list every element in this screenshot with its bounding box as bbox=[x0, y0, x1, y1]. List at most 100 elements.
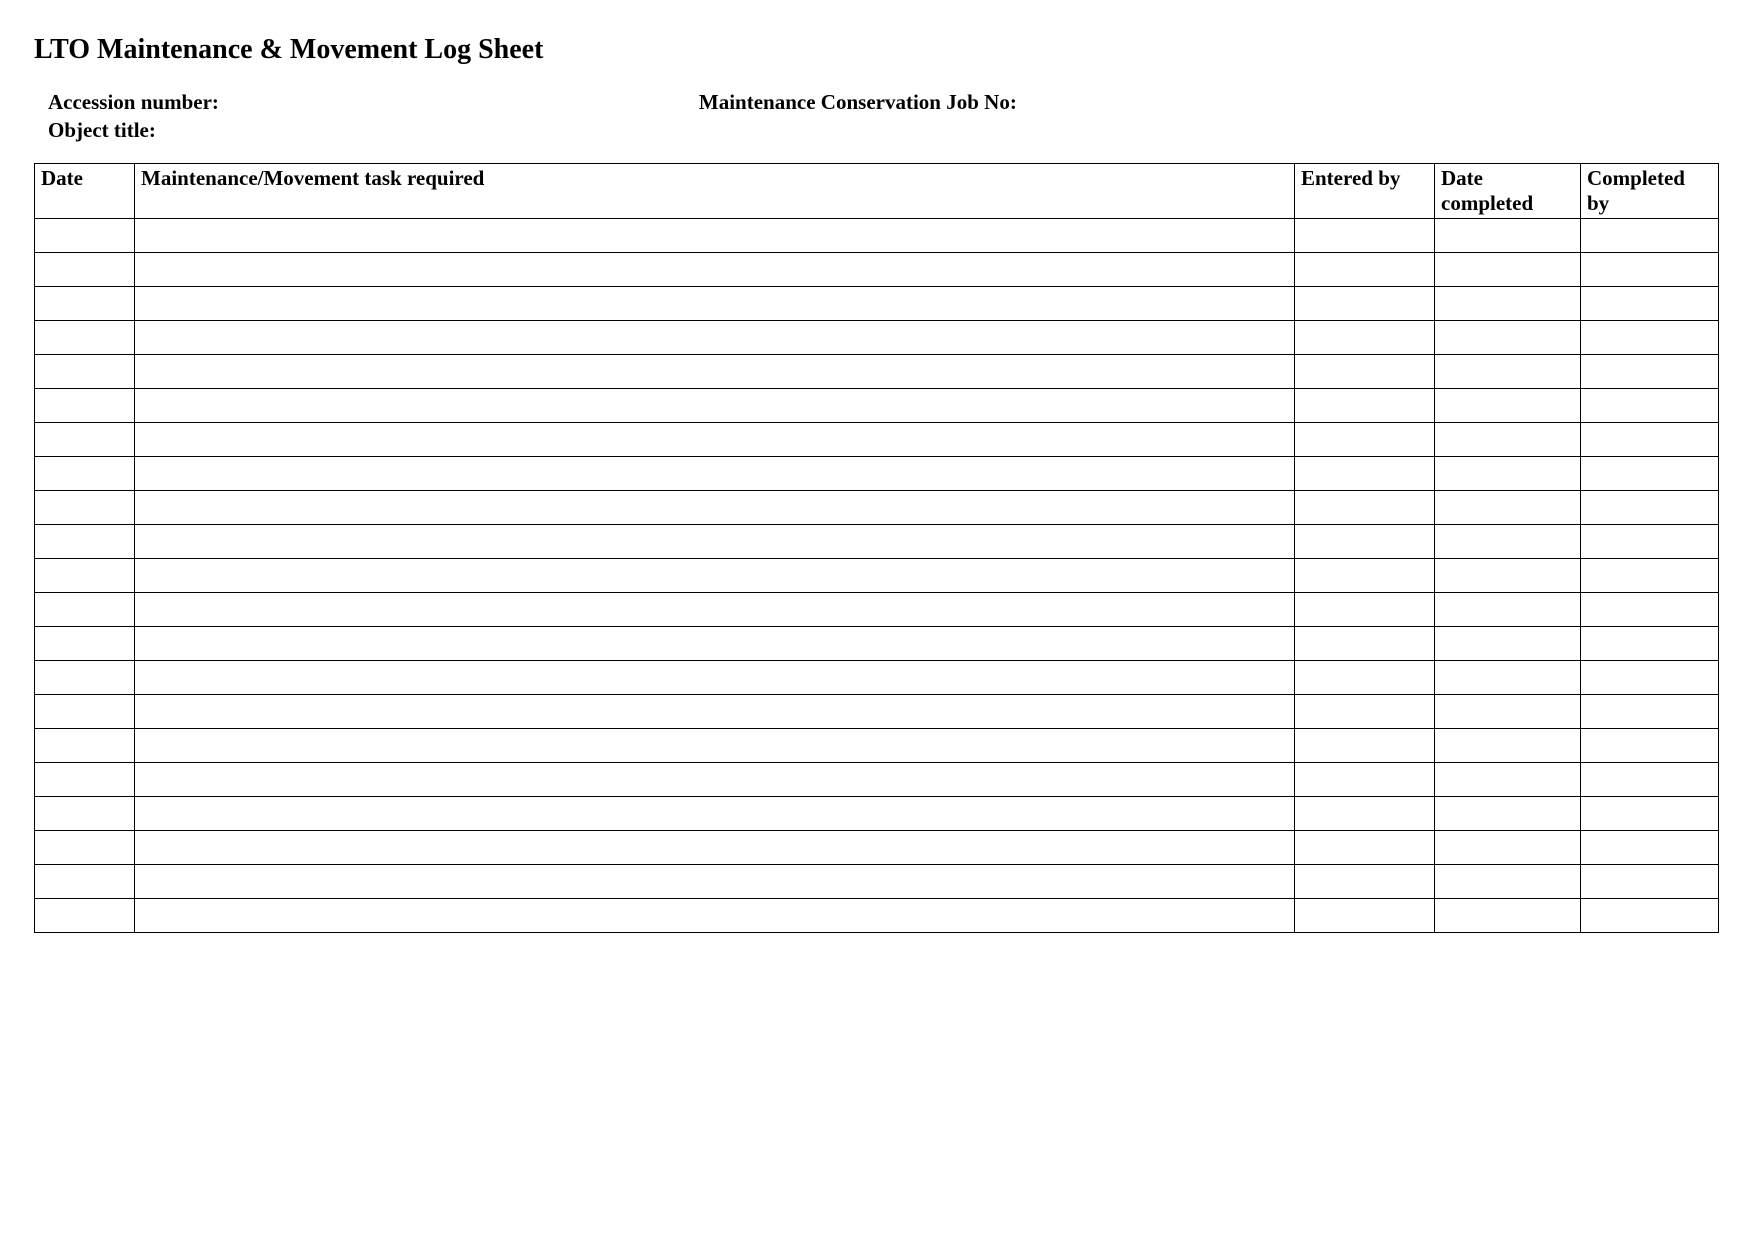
table-row bbox=[35, 593, 1719, 627]
meta-right: Maintenance Conservation Job No: bbox=[699, 88, 1017, 145]
cell-task bbox=[135, 899, 1295, 933]
cell-task bbox=[135, 321, 1295, 355]
cell-entered-by bbox=[1295, 253, 1435, 287]
cell-date bbox=[35, 423, 135, 457]
cell-date bbox=[35, 627, 135, 661]
cell-completed-by bbox=[1581, 491, 1719, 525]
cell-entered-by bbox=[1295, 865, 1435, 899]
cell-date bbox=[35, 355, 135, 389]
table-row bbox=[35, 355, 1719, 389]
table-row bbox=[35, 729, 1719, 763]
cell-completed-by bbox=[1581, 627, 1719, 661]
cell-date bbox=[35, 287, 135, 321]
log-table-body bbox=[35, 219, 1719, 933]
cell-task bbox=[135, 219, 1295, 253]
cell-date-completed bbox=[1435, 865, 1581, 899]
cell-task bbox=[135, 525, 1295, 559]
cell-date bbox=[35, 491, 135, 525]
table-row bbox=[35, 763, 1719, 797]
cell-date bbox=[35, 389, 135, 423]
cell-task bbox=[135, 729, 1295, 763]
cell-task bbox=[135, 695, 1295, 729]
cell-completed-by bbox=[1581, 355, 1719, 389]
col-completed-by: Completed by bbox=[1581, 163, 1719, 218]
cell-date bbox=[35, 661, 135, 695]
table-row bbox=[35, 287, 1719, 321]
cell-date bbox=[35, 763, 135, 797]
meta-block: Accession number: Object title: Maintena… bbox=[48, 88, 1719, 145]
cell-date bbox=[35, 253, 135, 287]
cell-task bbox=[135, 559, 1295, 593]
cell-entered-by bbox=[1295, 899, 1435, 933]
cell-completed-by bbox=[1581, 559, 1719, 593]
cell-entered-by bbox=[1295, 423, 1435, 457]
cell-task bbox=[135, 389, 1295, 423]
cell-completed-by bbox=[1581, 321, 1719, 355]
cell-completed-by bbox=[1581, 763, 1719, 797]
col-entered-by: Entered by bbox=[1295, 163, 1435, 218]
table-row bbox=[35, 525, 1719, 559]
cell-completed-by bbox=[1581, 661, 1719, 695]
table-header-row: Date Maintenance/Movement task required … bbox=[35, 163, 1719, 218]
cell-task bbox=[135, 831, 1295, 865]
table-row bbox=[35, 389, 1719, 423]
cell-completed-by bbox=[1581, 831, 1719, 865]
col-task: Maintenance/Movement task required bbox=[135, 163, 1295, 218]
cell-entered-by bbox=[1295, 491, 1435, 525]
cell-date-completed bbox=[1435, 797, 1581, 831]
cell-date-completed bbox=[1435, 491, 1581, 525]
cell-completed-by bbox=[1581, 865, 1719, 899]
table-row bbox=[35, 423, 1719, 457]
object-label: Object title: bbox=[48, 118, 156, 142]
meta-left: Accession number: Object title: bbox=[48, 88, 219, 145]
col-date-completed: Date completed bbox=[1435, 163, 1581, 218]
cell-completed-by bbox=[1581, 253, 1719, 287]
cell-date-completed bbox=[1435, 219, 1581, 253]
page-title: LTO Maintenance & Movement Log Sheet bbox=[34, 34, 1719, 66]
cell-date-completed bbox=[1435, 661, 1581, 695]
cell-completed-by bbox=[1581, 899, 1719, 933]
cell-task bbox=[135, 491, 1295, 525]
cell-date-completed bbox=[1435, 695, 1581, 729]
cell-date-completed bbox=[1435, 355, 1581, 389]
cell-completed-by bbox=[1581, 389, 1719, 423]
table-row bbox=[35, 253, 1719, 287]
table-row bbox=[35, 627, 1719, 661]
cell-date-completed bbox=[1435, 525, 1581, 559]
cell-task bbox=[135, 457, 1295, 491]
table-row bbox=[35, 219, 1719, 253]
table-row bbox=[35, 695, 1719, 729]
cell-date bbox=[35, 219, 135, 253]
cell-date-completed bbox=[1435, 831, 1581, 865]
cell-entered-by bbox=[1295, 389, 1435, 423]
cell-date-completed bbox=[1435, 899, 1581, 933]
cell-task bbox=[135, 763, 1295, 797]
cell-date bbox=[35, 321, 135, 355]
cell-entered-by bbox=[1295, 729, 1435, 763]
cell-task bbox=[135, 627, 1295, 661]
jobno-label: Maintenance Conservation Job No: bbox=[699, 90, 1017, 114]
cell-entered-by bbox=[1295, 797, 1435, 831]
cell-task bbox=[135, 253, 1295, 287]
table-row bbox=[35, 321, 1719, 355]
cell-date bbox=[35, 695, 135, 729]
cell-completed-by bbox=[1581, 219, 1719, 253]
cell-entered-by bbox=[1295, 355, 1435, 389]
cell-task bbox=[135, 423, 1295, 457]
cell-completed-by bbox=[1581, 695, 1719, 729]
table-row bbox=[35, 865, 1719, 899]
cell-entered-by bbox=[1295, 627, 1435, 661]
table-row bbox=[35, 797, 1719, 831]
cell-completed-by bbox=[1581, 525, 1719, 559]
table-row bbox=[35, 661, 1719, 695]
cell-date-completed bbox=[1435, 321, 1581, 355]
cell-completed-by bbox=[1581, 593, 1719, 627]
cell-date-completed bbox=[1435, 389, 1581, 423]
cell-entered-by bbox=[1295, 763, 1435, 797]
cell-completed-by bbox=[1581, 287, 1719, 321]
cell-completed-by bbox=[1581, 423, 1719, 457]
cell-task bbox=[135, 797, 1295, 831]
table-row bbox=[35, 491, 1719, 525]
accession-label: Accession number: bbox=[48, 90, 219, 114]
cell-date-completed bbox=[1435, 559, 1581, 593]
